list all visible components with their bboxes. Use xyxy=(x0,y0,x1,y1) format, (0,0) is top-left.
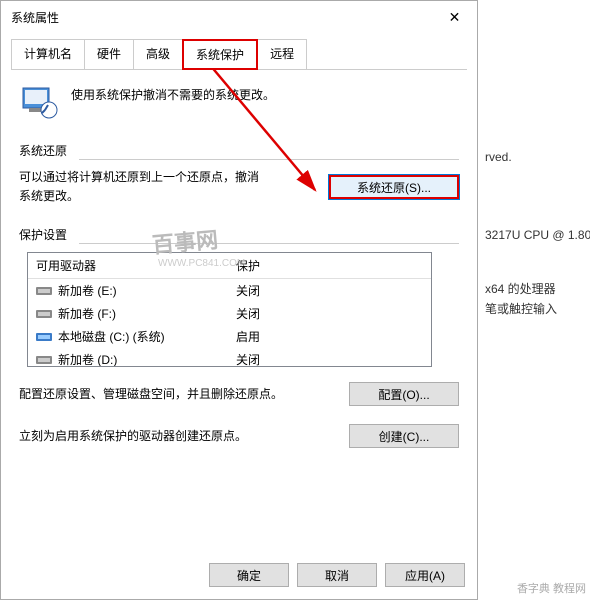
dialog-buttons: 确定 取消 应用(A) xyxy=(209,563,465,587)
drive-row[interactable]: 新加卷 (F:) 关闭 xyxy=(28,302,431,325)
close-button[interactable]: ✕ xyxy=(432,2,477,32)
drive-name: 本地磁盘 (C:) (系统) xyxy=(58,328,165,345)
ok-button[interactable]: 确定 xyxy=(209,563,289,587)
create-button[interactable]: 创建(C)... xyxy=(349,424,459,448)
bg-text-3: x64 的处理器 xyxy=(485,280,556,297)
drive-row[interactable]: 新加卷 (E:) 关闭 xyxy=(28,279,431,302)
system-restore-button[interactable]: 系统还原(S)... xyxy=(329,175,459,199)
apply-button[interactable]: 应用(A) xyxy=(385,563,465,587)
restore-description: 可以通过将计算机还原到上一个还原点，撤消系统更改。 xyxy=(19,168,269,206)
section-restore-label: 系统还原 xyxy=(19,142,459,159)
drive-name: 新加卷 (E:) xyxy=(58,282,117,299)
drive-list[interactable]: 可用驱动器 保护 新加卷 (E:) 关闭 新加卷 (F:) 关闭 xyxy=(27,252,432,367)
drive-status: 关闭 xyxy=(236,282,260,299)
drive-status: 关闭 xyxy=(236,305,260,322)
drive-row[interactable]: 新加卷 (D:) 关闭 xyxy=(28,348,431,367)
drive-name: 新加卷 (F:) xyxy=(58,305,116,322)
system-properties-dialog: 系统属性 ✕ 计算机名 硬件 高级 系统保护 远程 使用系统保护撤消不需要的系统… xyxy=(0,0,478,600)
cancel-button[interactable]: 取消 xyxy=(297,563,377,587)
drive-name: 新加卷 (D:) xyxy=(58,351,117,367)
system-drive-icon xyxy=(36,331,52,343)
hdd-icon xyxy=(36,285,52,297)
config-description: 配置还原设置、管理磁盘空间，并且删除还原点。 xyxy=(19,385,299,404)
hdd-icon xyxy=(36,308,52,320)
dialog-title: 系统属性 xyxy=(11,9,59,26)
tab-hardware[interactable]: 硬件 xyxy=(84,39,134,70)
info-text: 使用系统保护撤消不需要的系统更改。 xyxy=(71,82,275,103)
tab-strip: 计算机名 硬件 高级 系统保护 远程 xyxy=(11,38,467,70)
tab-computer-name[interactable]: 计算机名 xyxy=(11,39,85,70)
bg-text-4: 笔或触控输入 xyxy=(485,300,557,317)
create-description: 立刻为启用系统保护的驱动器创建还原点。 xyxy=(19,427,299,446)
drive-status: 关闭 xyxy=(236,351,260,367)
section-protect-label: 保护设置 xyxy=(19,226,459,243)
titlebar: 系统属性 ✕ xyxy=(1,1,477,33)
drive-status: 启用 xyxy=(236,328,260,345)
drive-list-header: 可用驱动器 保护 xyxy=(28,253,431,279)
drive-row[interactable]: 本地磁盘 (C:) (系统) 启用 xyxy=(28,325,431,348)
bg-text-2: 3217U CPU @ 1.800 xyxy=(485,228,590,242)
header-status: 保护 xyxy=(236,257,260,274)
header-drive: 可用驱动器 xyxy=(36,257,236,274)
tab-advanced[interactable]: 高级 xyxy=(133,39,183,70)
content-area: 使用系统保护撤消不需要的系统更改。 系统还原 可以通过将计算机还原到上一个还原点… xyxy=(1,70,477,478)
tab-remote[interactable]: 远程 xyxy=(257,39,307,70)
hdd-icon xyxy=(36,354,52,366)
tab-system-protection[interactable]: 系统保护 xyxy=(182,39,258,70)
computer-icon xyxy=(19,82,59,122)
configure-button[interactable]: 配置(O)... xyxy=(349,382,459,406)
bg-text-1: rved. xyxy=(485,150,512,164)
footer-watermark: 香字典 教程网 xyxy=(517,580,586,596)
